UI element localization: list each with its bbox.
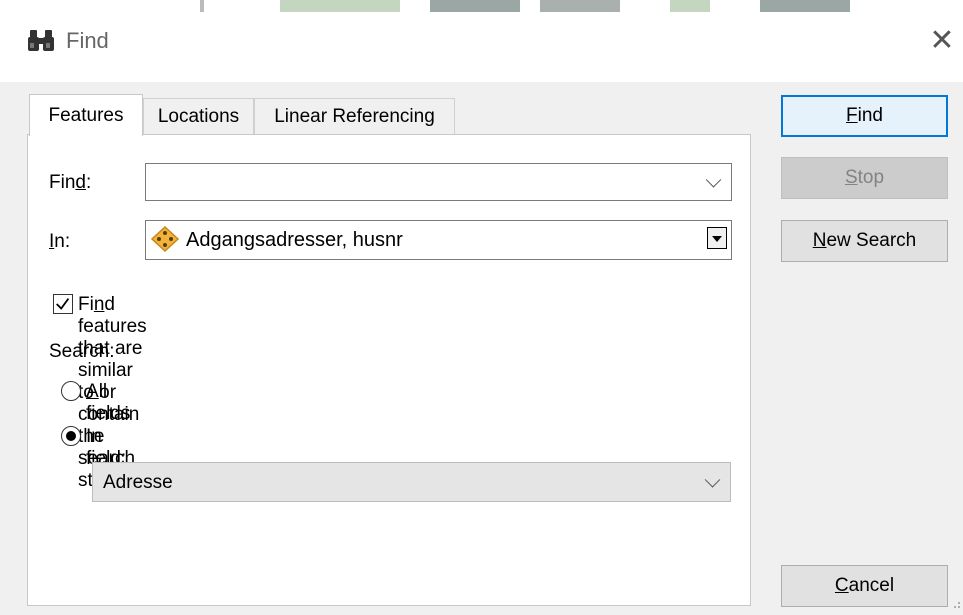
all-fields-radio[interactable]	[61, 381, 81, 401]
find-input[interactable]	[145, 163, 732, 201]
in-field-radio[interactable]	[61, 426, 81, 446]
field-select-value: Adresse	[103, 472, 173, 493]
in-layer-value: Adgangsadresser, husnr	[186, 229, 403, 251]
background-map-strip	[200, 0, 900, 14]
tab-locations[interactable]: Locations	[143, 98, 254, 134]
field-select[interactable]: Adresse	[92, 462, 731, 502]
in-layer-select[interactable]: Adgangsadresser, husnr	[145, 220, 732, 260]
resize-grip-icon[interactable]	[952, 600, 962, 612]
chevron-down-icon[interactable]	[704, 472, 721, 488]
tab-features[interactable]: Features	[29, 94, 143, 136]
cancel-button[interactable]: Cancel	[781, 565, 948, 607]
similar-checkbox[interactable]	[53, 294, 73, 314]
dropdown-arrow-button[interactable]	[707, 227, 727, 249]
find-label: Find:	[49, 172, 92, 193]
all-fields-label[interactable]: All fields	[86, 381, 130, 425]
tab-linear-referencing[interactable]: Linear Referencing	[254, 98, 455, 134]
point-layer-icon	[150, 225, 180, 253]
in-label: In:	[49, 231, 71, 252]
chevron-down-icon[interactable]	[705, 172, 722, 188]
title-bar: Find ✕	[0, 0, 963, 82]
dialog-title: Find	[66, 28, 109, 53]
close-button[interactable]: ✕	[924, 22, 960, 58]
find-button[interactable]: Find	[781, 95, 948, 137]
find-dialog: Find ✕ Features Locations Linear Referen…	[0, 0, 963, 615]
search-label: Search:	[49, 341, 115, 362]
checkmark-icon	[56, 298, 70, 310]
binoculars-icon	[28, 30, 54, 51]
stop-button[interactable]: Stop	[781, 157, 948, 199]
new-search-button[interactable]: New Search	[781, 220, 948, 262]
close-icon: ✕	[929, 22, 955, 58]
